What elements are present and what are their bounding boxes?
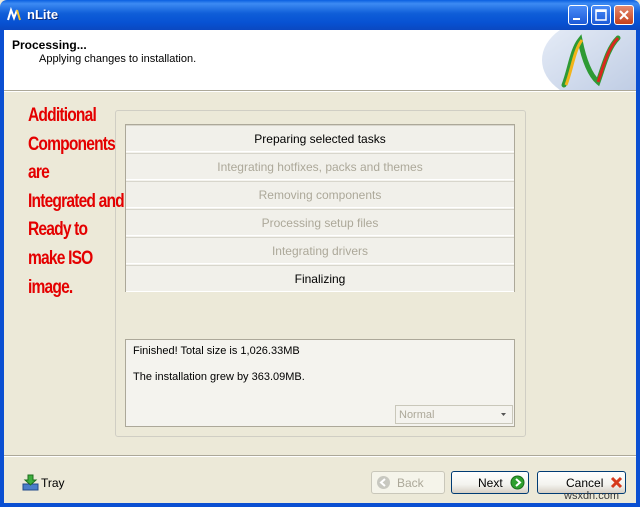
header-divider bbox=[4, 90, 636, 92]
tray-button[interactable]: Tray bbox=[22, 474, 65, 492]
nlite-icon bbox=[7, 7, 21, 21]
watermark: wsxdn.com bbox=[564, 490, 620, 502]
tray-label: Tray bbox=[41, 476, 65, 490]
task-removing-components: Removing components bbox=[126, 181, 514, 208]
task-integrating-hotfixes: Integrating hotfixes, packs and themes bbox=[126, 153, 514, 180]
minimize-button[interactable] bbox=[568, 5, 588, 25]
task-preparing: Preparing selected tasks bbox=[126, 125, 514, 152]
task-processing-setup: Processing setup files bbox=[126, 209, 514, 236]
task-finalizing: Finalizing bbox=[126, 265, 514, 292]
status-growth: The installation grew by 363.09MB. bbox=[133, 371, 305, 383]
next-button[interactable]: Next bbox=[451, 471, 529, 494]
task-list: Preparing selected tasks Integrating hot… bbox=[125, 124, 515, 292]
page-title: Processing... bbox=[12, 38, 87, 52]
tray-download-icon bbox=[22, 474, 39, 491]
status-log: Finished! Total size is 1,026.33MB The i… bbox=[125, 339, 515, 427]
annotation-line: Integrated and bbox=[28, 190, 125, 212]
task-integrating-drivers: Integrating drivers bbox=[126, 237, 514, 264]
minimize-icon bbox=[573, 18, 580, 20]
maximize-icon bbox=[595, 9, 607, 21]
maximize-button[interactable] bbox=[591, 5, 611, 25]
annotation-overlay: Additional Components are Integrated and… bbox=[28, 102, 125, 302]
annotation-line: are bbox=[28, 162, 50, 184]
back-button[interactable]: Back bbox=[371, 471, 445, 494]
cancel-label: Cancel bbox=[566, 476, 604, 490]
wizard-header: Processing... Applying changes to instal… bbox=[4, 30, 636, 90]
back-label: Back bbox=[397, 476, 424, 490]
annotation-line: Additional bbox=[28, 105, 97, 126]
status-total-size: Finished! Total size is 1,026.33MB bbox=[133, 345, 300, 357]
window-title: nLite bbox=[27, 7, 59, 22]
back-arrow-icon bbox=[377, 476, 390, 489]
priority-select-value: Normal bbox=[399, 409, 435, 421]
nlite-logo bbox=[542, 30, 636, 90]
next-label: Next bbox=[478, 476, 503, 490]
page-subtitle: Applying changes to installation. bbox=[39, 53, 197, 65]
title-bar[interactable]: nLite bbox=[0, 0, 640, 30]
annotation-line: Ready to bbox=[28, 219, 88, 241]
cancel-x-icon bbox=[610, 476, 623, 489]
annotation-line: Components bbox=[28, 133, 116, 155]
next-arrow-icon bbox=[510, 475, 525, 490]
footer-divider bbox=[4, 455, 636, 457]
annotation-line: make ISO bbox=[28, 247, 93, 269]
annotation-line: image. bbox=[28, 276, 73, 298]
priority-select[interactable]: Normal bbox=[395, 405, 513, 424]
chevron-down-icon[interactable] bbox=[496, 407, 511, 422]
close-button[interactable] bbox=[614, 5, 634, 25]
close-icon bbox=[619, 10, 629, 20]
